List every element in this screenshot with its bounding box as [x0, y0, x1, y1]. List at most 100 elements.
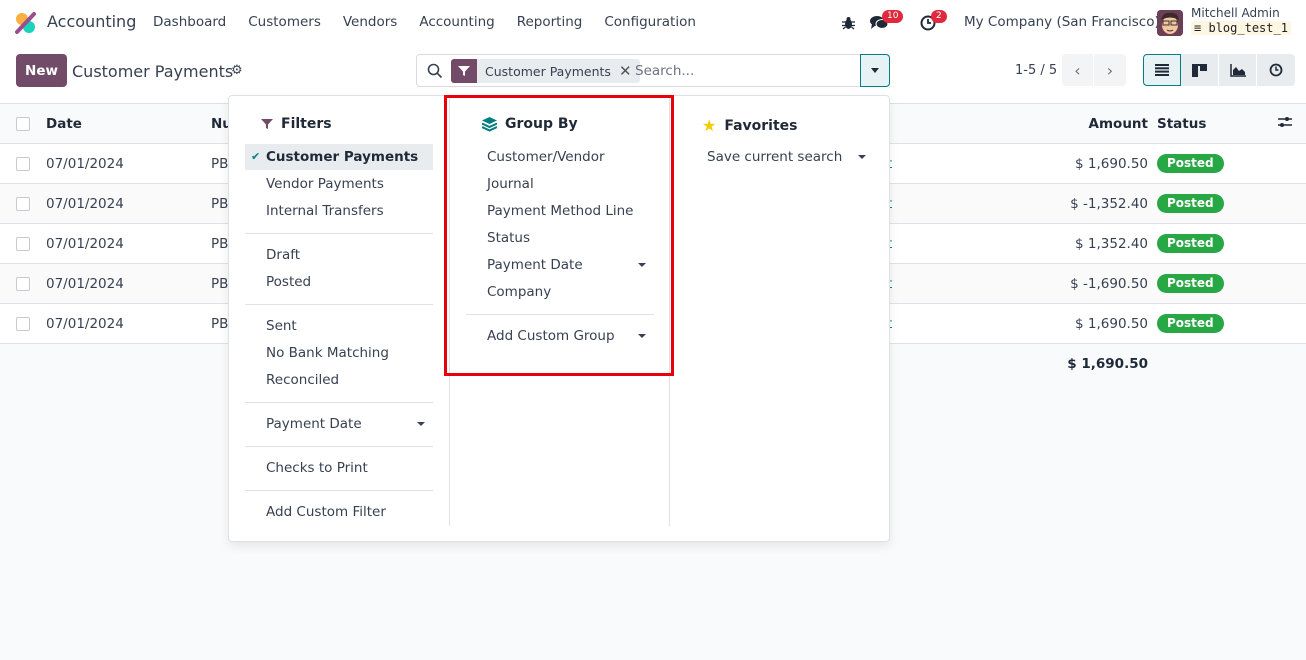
- database-icon: ≡: [1194, 21, 1202, 35]
- favorites-title: Favorites: [724, 117, 798, 134]
- status-badge: Posted: [1157, 234, 1224, 253]
- previous-page-button[interactable]: ‹: [1062, 54, 1094, 86]
- menu-configuration[interactable]: Configuration: [604, 14, 696, 30]
- status-badge: Posted: [1157, 194, 1224, 213]
- cell-number: PB: [211, 316, 229, 332]
- divider: [466, 314, 654, 315]
- cell-date: 07/01/2024: [46, 156, 124, 172]
- add-custom-group[interactable]: Add Custom Group: [466, 323, 654, 349]
- main-menu: Dashboard Customers Vendors Accounting R…: [153, 14, 718, 30]
- select-all-checkbox[interactable]: [16, 117, 30, 131]
- filter-posted[interactable]: Posted: [245, 269, 433, 295]
- menu-accounting[interactable]: Accounting: [419, 14, 494, 30]
- search-icon[interactable]: [427, 63, 443, 79]
- group-by-title: Group By: [505, 116, 578, 132]
- graph-view-button[interactable]: [1219, 54, 1257, 86]
- cell-amount: $ 1,352.40: [1075, 236, 1148, 252]
- divider: [245, 446, 433, 447]
- company-switcher[interactable]: My Company (San Francisco): [964, 14, 1160, 30]
- filter-icon: [451, 59, 477, 83]
- cell-number: PB: [211, 196, 229, 212]
- status-badge: Posted: [1157, 154, 1224, 173]
- search-bar: Customer Payments ✕: [416, 54, 890, 87]
- row-checkbox[interactable]: [16, 157, 30, 171]
- row-checkbox[interactable]: [16, 317, 30, 331]
- group-by-column: Group By Customer/Vendor Journal Payment…: [449, 96, 669, 526]
- add-custom-filter[interactable]: Add Custom Filter: [245, 499, 433, 525]
- debug-bug-icon[interactable]: [842, 16, 855, 30]
- cell-amount: $ 1,690.50: [1075, 156, 1148, 172]
- top-navbar: Accounting Dashboard Customers Vendors A…: [0, 0, 1306, 46]
- kanban-view-button[interactable]: [1181, 54, 1219, 86]
- filter-reconciled[interactable]: Reconciled: [245, 367, 433, 393]
- caret-down-icon: [858, 155, 866, 159]
- group-by-company[interactable]: Company: [466, 279, 654, 305]
- filter-customer-payments[interactable]: ✔ Customer Payments: [245, 144, 433, 170]
- accounting-logo-icon[interactable]: [14, 11, 38, 35]
- view-switcher: [1143, 54, 1295, 86]
- app-name[interactable]: Accounting: [47, 12, 136, 31]
- activity-view-button[interactable]: [1257, 54, 1295, 86]
- menu-vendors[interactable]: Vendors: [343, 14, 397, 30]
- column-header-amount[interactable]: Amount: [1089, 116, 1148, 132]
- column-header-date[interactable]: Date: [46, 116, 82, 132]
- status-badge: Posted: [1157, 274, 1224, 293]
- chevron-right-icon: ›: [1106, 60, 1114, 80]
- caret-down-icon: [638, 263, 646, 267]
- save-current-search[interactable]: Save current search: [686, 144, 874, 170]
- cell-date: 07/01/2024: [46, 276, 124, 292]
- page-title: Customer Payments: [72, 62, 234, 81]
- status-badge: Posted: [1157, 314, 1224, 333]
- divider: [245, 490, 433, 491]
- filter-draft[interactable]: Draft: [245, 242, 433, 268]
- row-checkbox[interactable]: [16, 277, 30, 291]
- column-header-status[interactable]: Status: [1157, 116, 1206, 132]
- cell-date: 07/01/2024: [46, 316, 124, 332]
- cell-amount: $ 1,690.50: [1075, 316, 1148, 332]
- filter-checks-to-print[interactable]: Checks to Print: [245, 455, 433, 481]
- database-label: blog_test_1: [1208, 21, 1288, 35]
- menu-reporting[interactable]: Reporting: [517, 14, 583, 30]
- filter-payment-date[interactable]: Payment Date: [245, 411, 433, 437]
- filter-internal-transfers[interactable]: Internal Transfers: [245, 198, 433, 224]
- next-page-button[interactable]: ›: [1094, 54, 1126, 86]
- star-icon: ★: [702, 116, 717, 135]
- list-icon: [1155, 64, 1169, 76]
- group-by-journal[interactable]: Journal: [466, 171, 654, 197]
- group-by-payment-method-line[interactable]: Payment Method Line: [466, 198, 654, 224]
- filters-heading: Filters: [261, 116, 332, 132]
- gear-icon[interactable]: ⚙: [231, 63, 243, 78]
- list-view-button[interactable]: [1143, 54, 1181, 86]
- caret-down-icon: [638, 334, 646, 338]
- menu-customers[interactable]: Customers: [248, 14, 321, 30]
- check-icon: ✔: [251, 150, 261, 163]
- optional-columns-icon[interactable]: [1278, 116, 1292, 128]
- chevron-left-icon: ‹: [1074, 60, 1081, 80]
- group-by-status[interactable]: Status: [466, 225, 654, 251]
- menu-dashboard[interactable]: Dashboard: [153, 14, 226, 30]
- pager-value[interactable]: 1-5 / 5: [1015, 63, 1057, 78]
- search-options-toggle[interactable]: [860, 54, 890, 87]
- cell-date: 07/01/2024: [46, 196, 124, 212]
- search-facet: Customer Payments ✕: [451, 59, 640, 83]
- new-button[interactable]: New: [16, 54, 67, 87]
- layers-icon: [482, 116, 497, 132]
- area-chart-icon: [1229, 63, 1246, 77]
- user-avatar[interactable]: [1157, 10, 1183, 36]
- search-input[interactable]: [635, 55, 855, 86]
- group-by-payment-date[interactable]: Payment Date: [466, 252, 654, 278]
- cell-date: 07/01/2024: [46, 236, 124, 252]
- search-options-dropdown: Filters ✔ Customer Payments Vendor Paymen…: [228, 95, 890, 542]
- group-by-customer-vendor[interactable]: Customer/Vendor: [466, 144, 654, 170]
- filter-no-bank-matching[interactable]: No Bank Matching: [245, 340, 433, 366]
- caret-down-icon: [417, 422, 425, 426]
- cell-amount: $ -1,352.40: [1070, 196, 1148, 212]
- filter-sent[interactable]: Sent: [245, 313, 433, 339]
- facet-label: Customer Payments: [485, 63, 611, 79]
- filter-vendor-payments[interactable]: Vendor Payments: [245, 171, 433, 197]
- row-checkbox[interactable]: [16, 237, 30, 251]
- favorites-heading: ★ Favorites: [702, 116, 798, 135]
- user-name[interactable]: Mitchell Admin: [1191, 6, 1280, 20]
- row-checkbox[interactable]: [16, 197, 30, 211]
- cell-number: PB: [211, 156, 229, 172]
